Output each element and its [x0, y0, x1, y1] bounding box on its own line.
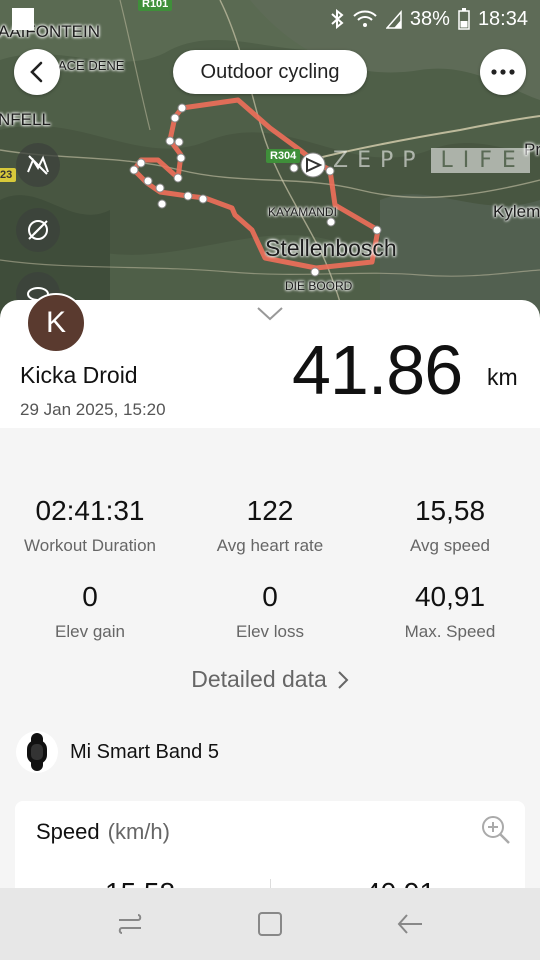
road-badge: 23: [0, 168, 17, 182]
hide-route-button[interactable]: [16, 208, 60, 252]
stat-value: 02:41:31: [35, 495, 145, 526]
stat-label: Avg speed: [409, 536, 491, 555]
chevron-down-icon[interactable]: [256, 306, 284, 322]
stat-avg-heart-rate: 122 Avg heart rate: [180, 495, 360, 556]
stat-label: Max. Speed: [404, 622, 496, 641]
map-style-button[interactable]: [16, 143, 60, 187]
zepp-life-watermark: ZEPP LIFE: [333, 148, 530, 173]
hide-route-icon: [28, 220, 48, 240]
home-button[interactable]: [240, 894, 300, 954]
notification-icon: [12, 8, 34, 30]
road-badge: R304: [266, 149, 301, 163]
back-button[interactable]: [14, 49, 60, 95]
stat-max-speed: 40,91 Max. Speed: [360, 581, 540, 642]
system-nav-bar: [0, 888, 540, 960]
zoom-in-icon[interactable]: [481, 815, 511, 845]
activity-type-title: Outdoor cycling: [173, 50, 367, 94]
device-row[interactable]: Mi Smart Band 5: [16, 731, 219, 773]
more-dots-icon: [491, 69, 515, 75]
detailed-data-link[interactable]: Detailed data: [0, 666, 540, 693]
route-map[interactable]: AAIFONTEIN ACE DENE NFELL KAYAMANDI Stel…: [0, 0, 540, 320]
battery-percent: 38%: [409, 7, 450, 30]
smart-band-icon: [16, 731, 58, 773]
back-nav-button[interactable]: [380, 894, 440, 954]
map-label: KAYAMANDI: [268, 205, 337, 219]
stat-label: Elev gain: [55, 622, 125, 641]
cell-signal-icon: [385, 10, 402, 29]
speed-card-title: Speed (km/h): [36, 819, 170, 845]
stat-label: Elev loss: [235, 622, 305, 641]
back-arrow-icon: [30, 61, 43, 83]
clock: 18:34: [477, 7, 528, 30]
stat-value: 122: [246, 495, 294, 526]
map-label: Kylem: [493, 202, 540, 221]
distance-unit: km: [487, 364, 518, 390]
battery-icon: [458, 8, 470, 30]
stat-value: 40,91: [414, 581, 486, 612]
speed-card: Speed(km/h) 15,58 40,91: [15, 801, 525, 901]
back-nav-icon: [397, 914, 422, 934]
status-bar: 38% 18:34: [0, 0, 540, 38]
wifi-signal-icon: [353, 10, 377, 27]
speed-title-unit: (km/h): [107, 819, 170, 844]
stat-label: Avg heart rate: [216, 536, 324, 555]
map-label: DIE BOORD: [285, 279, 353, 293]
workout-date: 29 Jan 2025, 15:20: [20, 400, 166, 419]
map-label: NFELL: [0, 110, 51, 129]
stat-value: 0: [262, 581, 278, 612]
distance-value: 41.86: [292, 331, 463, 409]
stat-label: Workout Duration: [24, 536, 156, 555]
stat-value: 0: [82, 581, 98, 612]
stat-value: 15,58: [414, 495, 486, 526]
detailed-data-label: Detailed data: [191, 666, 327, 692]
stat-elev-loss: 0 Elev loss: [180, 581, 360, 642]
map-label: Stellenbosch: [265, 235, 397, 261]
stat-workout-duration: 02:41:31 Workout Duration: [0, 495, 180, 556]
speed-title-text: Speed: [36, 819, 100, 844]
recent-apps-icon: [118, 914, 142, 934]
watermark-life: LIFE: [430, 148, 530, 173]
home-icon: [258, 912, 282, 936]
device-name: Mi Smart Band 5: [70, 740, 219, 763]
stat-elev-gain: 0 Elev gain: [0, 581, 180, 642]
recent-apps-button[interactable]: [100, 894, 160, 954]
more-options-button[interactable]: [480, 49, 526, 95]
user-name: Kicka Droid: [20, 362, 138, 388]
map-style-icon: [27, 155, 49, 175]
chevron-right-icon: [338, 670, 349, 689]
stat-avg-speed: 15,58 Avg speed: [360, 495, 540, 556]
avatar[interactable]: K: [26, 293, 86, 353]
map-label: ACE DENE: [58, 58, 125, 73]
watermark-zepp: ZEPP: [333, 148, 425, 173]
bluetooth-icon: [331, 9, 344, 29]
